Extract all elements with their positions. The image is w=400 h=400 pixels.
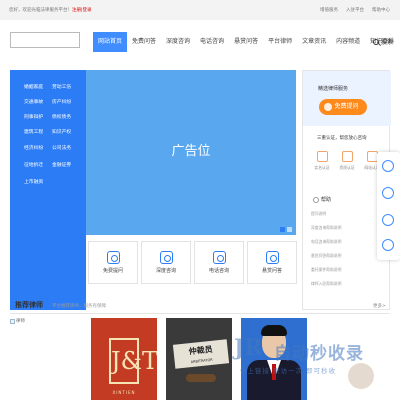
search-label: 搜索 bbox=[381, 39, 394, 46]
lawyer-card[interactable]: 律师 bbox=[9, 318, 77, 400]
category-item[interactable]: 债权债务 bbox=[52, 113, 71, 120]
id-card-icon bbox=[316, 151, 328, 162]
register-login-link[interactable]: 注册|登录 bbox=[72, 8, 92, 13]
firm-logo-caption: XINTIEN bbox=[112, 390, 136, 395]
search-button[interactable]: 搜索 bbox=[373, 37, 393, 46]
free-question-label: 免费提问 bbox=[334, 103, 359, 110]
message-icon[interactable] bbox=[382, 187, 394, 199]
section-subtitle: 平台推荐律师，服务有保障 bbox=[52, 304, 106, 309]
more-link[interactable]: 更多> bbox=[373, 303, 386, 309]
arbitrator-sign: 仲裁员 ARBITRATOR bbox=[172, 339, 230, 369]
nav-lawyers[interactable]: 平台律师 bbox=[263, 32, 297, 52]
nav-channels[interactable]: 内容频道 bbox=[331, 32, 365, 52]
help-link[interactable]: 深度咨询帮助说明 bbox=[311, 225, 341, 231]
watermark: JR 自动秒收录 做上链接 来访一次 即可秒收 bbox=[232, 333, 387, 393]
help-link[interactable]: 委托案件帮助说明 bbox=[311, 267, 341, 273]
category-sidebar: 婚姻家庭 劳动工伤 交通事故 房产纠纷 刑事辩护 债权债务 建筑工程 知识产权 … bbox=[10, 70, 86, 310]
carousel-dot[interactable] bbox=[280, 227, 285, 232]
quick-free-question[interactable]: 免费提问 bbox=[88, 241, 138, 284]
quick-label: 免费提问 bbox=[102, 268, 123, 274]
promise-text: 三重认证，帮您放心咨询 bbox=[317, 136, 367, 141]
category-item[interactable]: 刑事辩护 bbox=[24, 113, 43, 120]
nav-phone-consult[interactable]: 电话咨询 bbox=[195, 32, 229, 52]
category-item[interactable]: 劳动工伤 bbox=[52, 83, 71, 90]
banner-text: 广告位 bbox=[171, 144, 211, 159]
top-links: 增值服务 入驻平台 帮助中心 bbox=[320, 7, 390, 13]
site-logo[interactable] bbox=[10, 32, 80, 48]
help-title: 帮助 bbox=[313, 196, 331, 203]
category-item[interactable]: 婚姻家庭 bbox=[24, 83, 43, 90]
top-link-join[interactable]: 入驻平台 bbox=[346, 7, 364, 13]
top-link-value-added[interactable]: 增值服务 bbox=[320, 7, 338, 13]
broken-image: 律师 bbox=[10, 318, 25, 324]
image-icon bbox=[10, 318, 15, 324]
top-link-help[interactable]: 帮助中心 bbox=[372, 7, 390, 13]
category-item[interactable]: 征地拆迁 bbox=[24, 161, 43, 168]
category-item[interactable]: 金融证券 bbox=[52, 161, 71, 168]
feature-qualification: 资质认证 bbox=[338, 151, 356, 171]
lawyer-card[interactable]: 仲裁员 ARBITRATOR bbox=[166, 318, 232, 400]
nav-home[interactable]: 网站首页 bbox=[93, 32, 128, 52]
chat-icon bbox=[324, 103, 332, 111]
welcome-text: 您好，欢迎光临法律服务平台！注册|登录 bbox=[9, 8, 92, 13]
firm-logo: J&T bbox=[109, 338, 157, 384]
free-question-button[interactable]: 免费提问 bbox=[319, 99, 367, 115]
watermark-stamp bbox=[348, 363, 374, 389]
help-link[interactable]: 律师入驻帮助说明 bbox=[311, 281, 341, 287]
nav-deep-consult[interactable]: 深度咨询 bbox=[161, 32, 195, 52]
section-title: 推荐律师 bbox=[10, 301, 43, 310]
quick-bounty-qa[interactable]: 悬赏问答 bbox=[247, 241, 297, 284]
category-item[interactable]: 房产纠纷 bbox=[52, 98, 71, 105]
nav-bounty-qa[interactable]: 悬赏问答 bbox=[229, 32, 263, 52]
category-item[interactable]: 建筑工程 bbox=[24, 128, 43, 135]
category-item[interactable]: 知识产权 bbox=[52, 128, 71, 135]
lawyer-card[interactable]: J&T XINTIEN bbox=[91, 318, 157, 400]
help-link[interactable]: 悬赏问答帮助说明 bbox=[311, 253, 341, 259]
gavel-image bbox=[186, 374, 216, 382]
phone-icon[interactable] bbox=[382, 160, 394, 172]
floating-toolbar bbox=[377, 152, 400, 260]
feature-realname: 实名认证 bbox=[313, 151, 331, 171]
quick-phone-consult[interactable]: 电话咨询 bbox=[194, 241, 244, 284]
search-icon bbox=[373, 38, 379, 45]
nav-free-qa[interactable]: 免费问答 bbox=[127, 32, 161, 52]
wechat-icon[interactable] bbox=[382, 214, 394, 226]
question-icon bbox=[106, 251, 120, 264]
consult-icon bbox=[159, 251, 173, 264]
quick-label: 深度咨询 bbox=[155, 268, 176, 274]
watermark-slogan: 做上链接 来访一次 即可秒收 bbox=[240, 367, 337, 375]
carousel-dots bbox=[280, 227, 292, 232]
category-item[interactable]: 上市融资 bbox=[24, 178, 43, 185]
service-panel-title: 精选律师服务 bbox=[318, 86, 349, 92]
question-mark-icon bbox=[313, 196, 319, 203]
category-item[interactable]: 交通事故 bbox=[24, 98, 43, 105]
help-link[interactable]: 电话咨询帮助说明 bbox=[311, 239, 341, 245]
divider bbox=[10, 313, 390, 314]
phone-icon bbox=[212, 251, 226, 264]
shield-icon bbox=[366, 151, 378, 162]
top-bar: 您好，欢迎光临法律服务平台！注册|登录 增值服务 入驻平台 帮助中心 bbox=[0, 0, 400, 20]
main-nav: 网站首页 免费问答 深度咨询 电话咨询 悬赏问答 平台律师 文章资讯 内容频道 … bbox=[93, 32, 399, 52]
banner-carousel[interactable]: 广告位 bbox=[86, 70, 296, 235]
quick-label: 电话咨询 bbox=[208, 268, 229, 274]
watermark-brand: 自动秒收录 bbox=[274, 344, 364, 364]
certificate-icon bbox=[341, 151, 353, 162]
back-to-top-icon[interactable] bbox=[382, 239, 394, 251]
quick-label: 悬赏问答 bbox=[261, 268, 282, 274]
help-link[interactable]: 提问说明 bbox=[311, 211, 326, 217]
nav-articles[interactable]: 文章资讯 bbox=[297, 32, 331, 52]
carousel-dot[interactable] bbox=[287, 227, 292, 232]
category-item[interactable]: 公司法务 bbox=[52, 144, 71, 151]
bounty-icon bbox=[265, 251, 279, 264]
watermark-logo: JR bbox=[234, 335, 263, 361]
category-item[interactable]: 经济纠纷 bbox=[24, 144, 43, 151]
quick-deep-consult[interactable]: 深度咨询 bbox=[141, 241, 191, 284]
